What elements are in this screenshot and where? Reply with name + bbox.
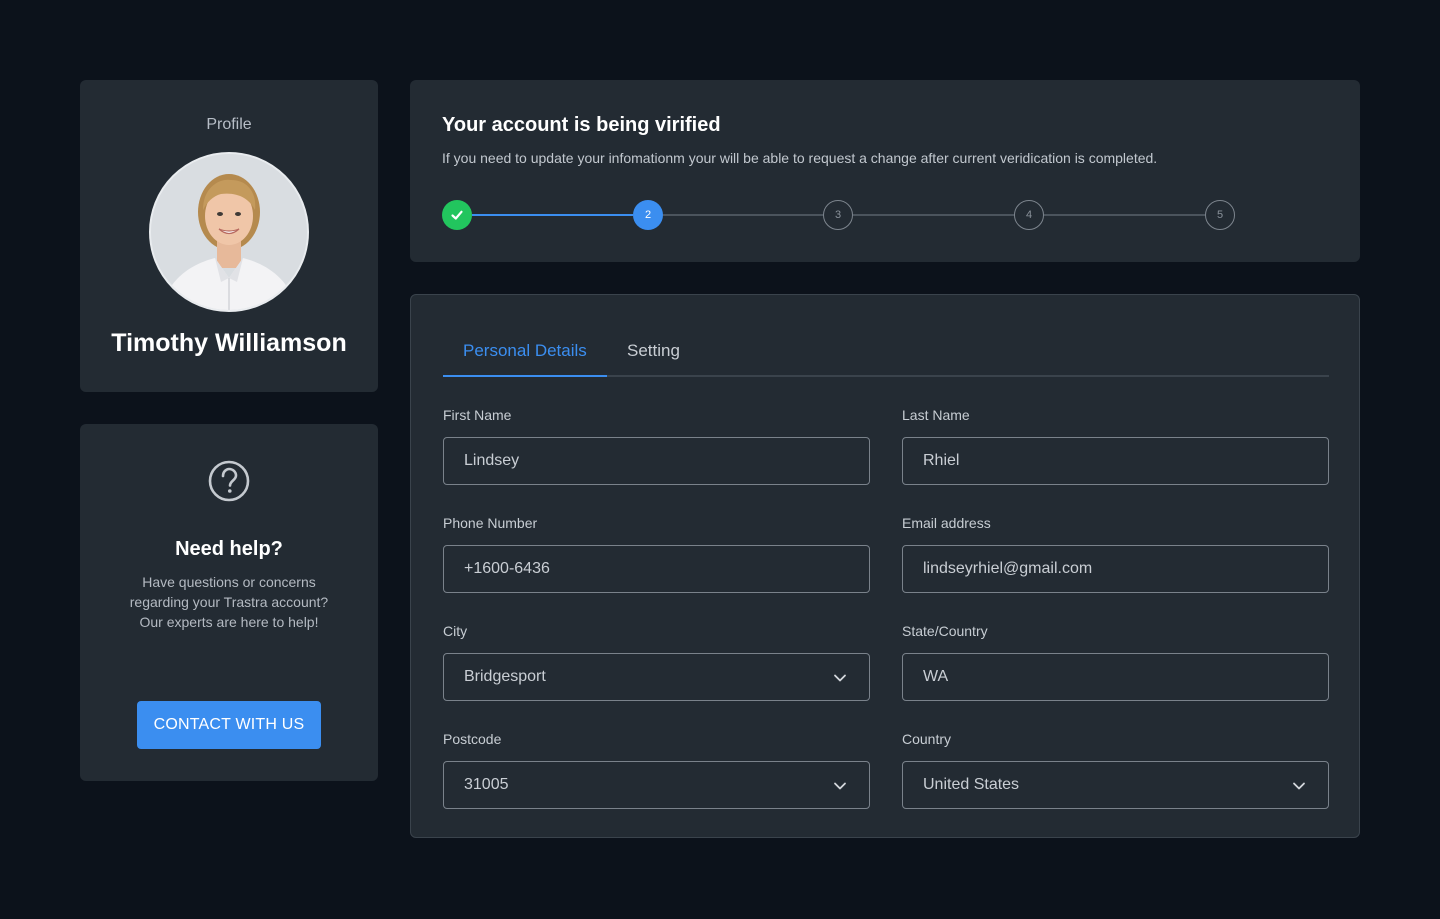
country-group: Country United States: [902, 731, 1329, 809]
state-label: State/Country: [902, 623, 988, 639]
first-name-group: First Name Lindsey: [443, 407, 870, 485]
last-name-label: Last Name: [902, 407, 970, 423]
postcode-select[interactable]: 31005: [443, 761, 870, 809]
verification-title: Your account is being virified: [442, 114, 721, 136]
country-select[interactable]: United States: [902, 761, 1329, 809]
step-connector: [663, 214, 823, 216]
last-name-field[interactable]: Rhiel: [902, 437, 1329, 485]
chevron-down-icon: [834, 674, 846, 682]
tab-personal-details[interactable]: Personal Details: [443, 341, 607, 377]
check-icon: [451, 210, 463, 220]
chevron-down-icon: [1293, 782, 1305, 790]
progress-stepper: 2 3 4 5: [442, 200, 1236, 230]
state-group: State/Country WA: [902, 623, 1329, 701]
profile-title: Profile: [206, 116, 252, 133]
last-name-group: Last Name Rhiel: [902, 407, 1329, 485]
phone-label: Phone Number: [443, 515, 538, 531]
step-4: 4: [1014, 200, 1044, 230]
help-line: regarding your Trastra account?: [129, 594, 329, 610]
step-5: 5: [1205, 200, 1235, 230]
email-group: Email address lindseyrhiel@gmail.com: [902, 515, 1329, 593]
question-circle-icon: [208, 460, 250, 502]
email-label: Email address: [902, 515, 991, 531]
help-description: Have questions or concerns regarding you…: [110, 572, 348, 632]
step-connector: [1044, 214, 1205, 216]
help-title: Need help?: [175, 538, 283, 560]
verification-description: If you need to update your infomationm y…: [442, 150, 1158, 166]
postcode-value: 31005: [464, 776, 509, 793]
state-field[interactable]: WA: [902, 653, 1329, 701]
personal-details-card: Personal Details Setting First Name Lind…: [410, 294, 1360, 838]
step-connector: [472, 214, 633, 216]
email-field[interactable]: lindseyrhiel@gmail.com: [902, 545, 1329, 593]
country-label: Country: [902, 731, 952, 747]
profile-card: Profile Timothy Williamson: [80, 80, 378, 392]
step-3: 3: [823, 200, 853, 230]
profile-name: Timothy Williamson: [111, 329, 347, 357]
phone-group: Phone Number +1600-6436: [443, 515, 870, 593]
step-1: [442, 200, 472, 230]
tab-bar: Personal Details Setting: [443, 339, 1329, 377]
step-2: 2: [633, 200, 663, 230]
city-value: Bridgesport: [464, 668, 546, 685]
help-card: Need help? Have questions or concerns re…: [80, 424, 378, 781]
step-connector: [853, 214, 1014, 216]
city-label: City: [443, 623, 468, 639]
chevron-down-icon: [834, 782, 846, 790]
verification-card: Your account is being virified If you ne…: [410, 80, 1360, 262]
city-select[interactable]: Bridgesport: [443, 653, 870, 701]
first-name-label: First Name: [443, 407, 512, 423]
help-line: Our experts are here to help!: [139, 614, 319, 630]
postcode-group: Postcode 31005: [443, 731, 870, 809]
city-group: City Bridgesport: [443, 623, 870, 701]
contact-button[interactable]: CONTACT WITH US: [137, 701, 321, 749]
avatar: [149, 152, 309, 312]
tab-setting[interactable]: Setting: [607, 341, 700, 375]
phone-field[interactable]: +1600-6436: [443, 545, 870, 593]
country-value: United States: [923, 776, 1020, 793]
avatar-image: [151, 154, 307, 310]
first-name-field[interactable]: Lindsey: [443, 437, 870, 485]
help-line: Have questions or concerns: [142, 574, 316, 590]
postcode-label: Postcode: [443, 731, 502, 747]
